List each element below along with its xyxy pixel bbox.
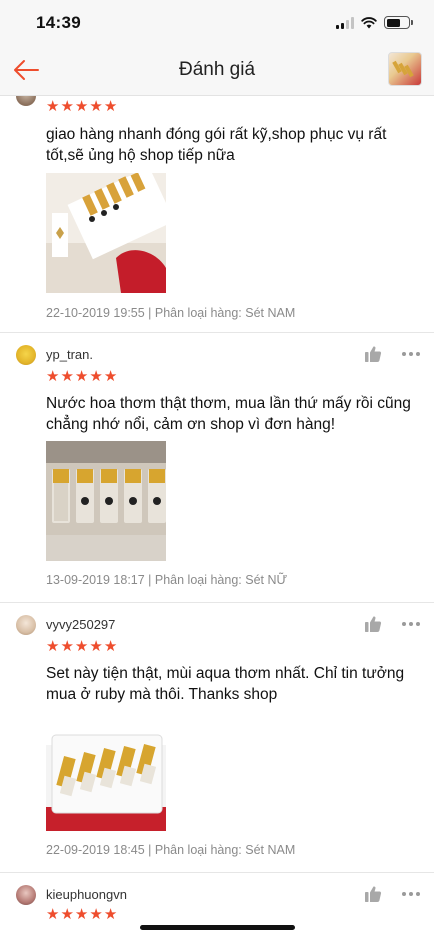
- star-icon: ★: [74, 98, 89, 115]
- like-icon[interactable]: [364, 345, 382, 363]
- review-item: yp_tran. ★ ★ ★ ★ ★ Nước hoa thơm thật th…: [0, 333, 434, 603]
- avatar[interactable]: [16, 885, 36, 905]
- rating-stars: ★ ★ ★ ★ ★: [46, 369, 117, 384]
- review-item: ★ ★ ★ ★ ★ giao hàng nhanh đóng gói rất k…: [0, 96, 434, 333]
- star-icon: ★: [74, 906, 89, 923]
- star-icon: ★: [46, 906, 60, 923]
- star-icon: ★: [103, 98, 118, 115]
- rating-stars: ★ ★ ★ ★ ★: [46, 639, 117, 654]
- status-time: 14:39: [36, 13, 81, 32]
- star-icon: ★: [89, 98, 103, 115]
- username[interactable]: kieuphuongvn: [46, 887, 127, 902]
- star-icon: ★: [46, 638, 60, 655]
- avatar[interactable]: [16, 96, 36, 106]
- star-icon: ★: [74, 638, 89, 655]
- review-photo[interactable]: [46, 173, 166, 293]
- home-indicator[interactable]: [140, 925, 295, 930]
- more-options-icon[interactable]: [402, 352, 422, 358]
- review-meta: 22-10-2019 19:55 | Phân loại hàng: Sét N…: [46, 306, 296, 320]
- username[interactable]: vyvy250297: [46, 617, 115, 632]
- star-icon: ★: [89, 368, 103, 385]
- cellular-signal-icon: [336, 16, 354, 29]
- star-icon: ★: [60, 368, 74, 385]
- review-photo[interactable]: [46, 711, 166, 831]
- star-icon: ★: [60, 98, 74, 115]
- reviews-list[interactable]: ★ ★ ★ ★ ★ giao hàng nhanh đóng gói rất k…: [0, 96, 434, 941]
- status-icons: [336, 16, 413, 29]
- star-icon: ★: [46, 368, 60, 385]
- avatar[interactable]: [16, 615, 36, 635]
- rating-stars: ★ ★ ★ ★ ★: [46, 99, 117, 114]
- star-icon: ★: [103, 638, 118, 655]
- more-options-icon[interactable]: [402, 892, 422, 898]
- more-options-icon[interactable]: [402, 622, 422, 628]
- review-meta: 22-09-2019 18:45 | Phân loại hàng: Sét N…: [46, 843, 296, 857]
- star-icon: ★: [89, 906, 103, 923]
- review-text: Nước hoa thơm thật thơm, mua lần thứ mấy…: [46, 395, 411, 433]
- star-icon: ★: [74, 368, 89, 385]
- review-text: Set này tiện thật, mùi aqua thơm nhất. C…: [46, 665, 405, 703]
- username[interactable]: yp_tran.: [46, 347, 93, 362]
- page-title: Đánh giá: [178, 59, 256, 80]
- star-icon: ★: [46, 98, 60, 115]
- wifi-icon: [361, 16, 377, 28]
- star-icon: ★: [89, 638, 103, 655]
- like-icon[interactable]: [364, 615, 382, 633]
- nav-bar: Đánh giá: [0, 46, 434, 96]
- review-photo[interactable]: [46, 441, 166, 561]
- review-text: giao hàng nhanh đóng gói rất kỹ,shop phụ…: [46, 126, 387, 164]
- status-bar: 14:39: [0, 0, 434, 46]
- star-icon: ★: [60, 906, 74, 923]
- star-icon: ★: [103, 906, 118, 923]
- review-item: kieuphuongvn ★ ★ ★ ★ ★: [0, 873, 434, 941]
- battery-icon: [384, 16, 413, 29]
- rating-stars: ★ ★ ★ ★ ★: [46, 907, 117, 922]
- star-icon: ★: [60, 638, 74, 655]
- review-meta: 13-09-2019 18:17 | Phân loại hàng: Sét N…: [46, 573, 288, 587]
- product-thumbnail[interactable]: [388, 52, 422, 86]
- like-icon[interactable]: [364, 885, 382, 903]
- avatar[interactable]: [16, 345, 36, 365]
- review-item: vyvy250297 ★ ★ ★ ★ ★ Set này tiện thật, …: [0, 603, 434, 873]
- star-icon: ★: [103, 368, 118, 385]
